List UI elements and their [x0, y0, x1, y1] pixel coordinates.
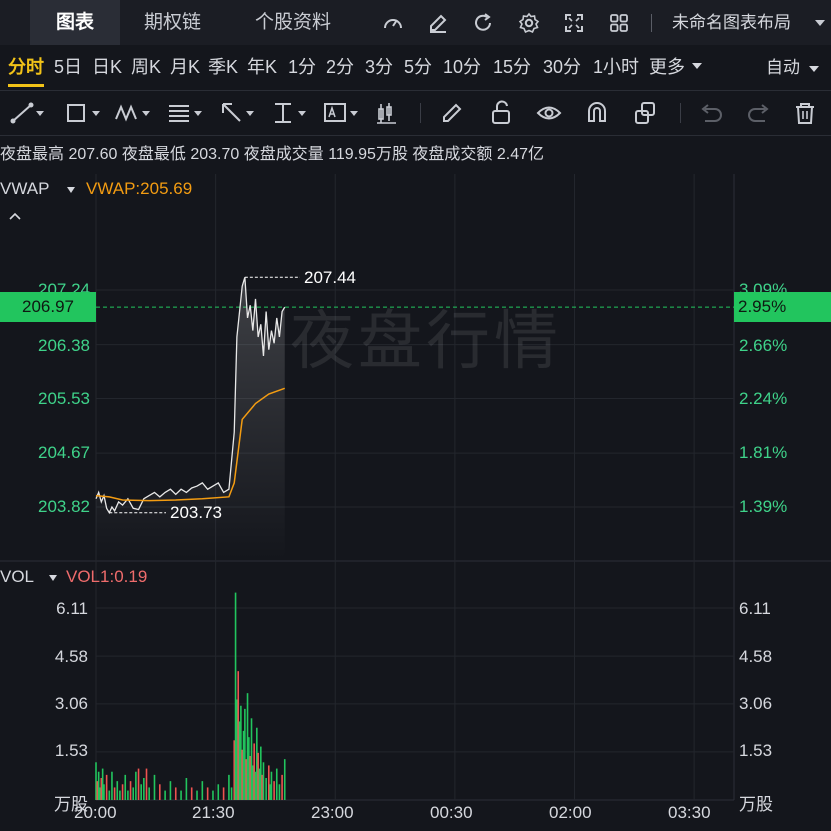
low-annotation: 203.73: [170, 503, 222, 522]
volume-bar: [164, 790, 166, 800]
volume-label: 4.58: [54, 647, 88, 666]
volume-chevron-icon[interactable]: [48, 574, 58, 582]
price-label: 204.67: [38, 443, 90, 462]
pct-label: 1.39%: [739, 497, 788, 516]
volume-bar: [196, 790, 198, 800]
indicator-value: VWAP:205.69: [86, 179, 193, 198]
volume-bar: [228, 774, 230, 800]
indicator-chevron-icon[interactable]: [66, 186, 76, 194]
watermark: 夜盘行情: [290, 305, 562, 377]
volume-label-right: 6.11: [739, 599, 771, 618]
volume-bar: [159, 784, 161, 800]
price-label: 203.82: [38, 497, 90, 516]
volume-bar: [145, 768, 148, 800]
price-label: 205.53: [38, 389, 90, 408]
volume-label: 1.53: [54, 741, 88, 760]
volume-bar: [278, 784, 281, 800]
volume-bar: [119, 790, 121, 800]
volume-bar: [206, 787, 209, 800]
volume-bar: [135, 771, 137, 800]
volume-label: 3.06: [54, 694, 88, 713]
volume-bar: [127, 790, 129, 800]
x-tick: 21:30: [192, 803, 235, 822]
volume-bar: [185, 778, 188, 800]
high-annotation: 207.44: [304, 268, 356, 287]
volume-bar: [124, 774, 127, 800]
volume-bar: [262, 762, 265, 800]
volume-bar: [121, 784, 124, 800]
price-label: 206.38: [38, 336, 90, 355]
volume-bar: [111, 771, 113, 800]
volume-bar: [201, 781, 204, 800]
volume-bar: [265, 778, 267, 800]
volume-bar: [169, 781, 172, 800]
volume-bar: [217, 784, 220, 800]
volume-indicator-value: VOL1:0.19: [66, 567, 148, 586]
current-price-box: 206.97: [0, 292, 96, 322]
volume-bar: [222, 787, 225, 800]
volume-bar: [132, 787, 135, 800]
volume-label-right: 4.58: [739, 647, 773, 666]
volume-label: 6.11: [56, 599, 88, 618]
volume-bar: [230, 787, 233, 800]
volume-unit-right: 万股: [739, 795, 773, 814]
volume-bar: [103, 784, 105, 800]
volume-bar: [180, 790, 182, 800]
volume-bar: [275, 768, 278, 800]
pct-label: 2.24%: [739, 389, 788, 408]
volume-bar: [283, 759, 286, 800]
indicator-name[interactable]: VWAP: [0, 179, 49, 199]
x-tick: 20:00: [74, 803, 117, 822]
volume-bar: [143, 778, 145, 800]
volume-bar: [116, 781, 119, 800]
volume-bar: [108, 790, 111, 800]
x-tick: 02:00: [549, 803, 592, 822]
volume-bar: [113, 787, 116, 800]
volume-bar: [140, 784, 142, 800]
pct-label: 1.81%: [739, 443, 788, 462]
current-pct-box: 2.95%: [734, 292, 831, 322]
volume-bar: [273, 781, 275, 800]
volume-bar: [129, 781, 132, 800]
volume-bar: [105, 774, 108, 800]
x-tick: 03:30: [668, 803, 711, 822]
collapse-chevron-up-icon[interactable]: [8, 211, 22, 221]
volume-bar: [270, 771, 273, 800]
volume-label-right: 1.53: [739, 741, 773, 760]
x-tick: 23:00: [311, 803, 354, 822]
volume-bar: [190, 787, 193, 800]
volume-bar: [148, 787, 150, 800]
x-tick: 00:30: [430, 803, 473, 822]
volume-label-right: 3.06: [739, 694, 773, 713]
volume-indicator-name[interactable]: VOL: [0, 567, 34, 587]
volume-bar: [281, 774, 283, 800]
pct-label: 2.66%: [739, 336, 788, 355]
volume-bar: [153, 774, 156, 800]
volume-bar: [212, 790, 214, 800]
volume-bar: [174, 787, 177, 800]
intraday-chart[interactable]: [0, 0, 831, 831]
volume-bar: [137, 768, 140, 800]
